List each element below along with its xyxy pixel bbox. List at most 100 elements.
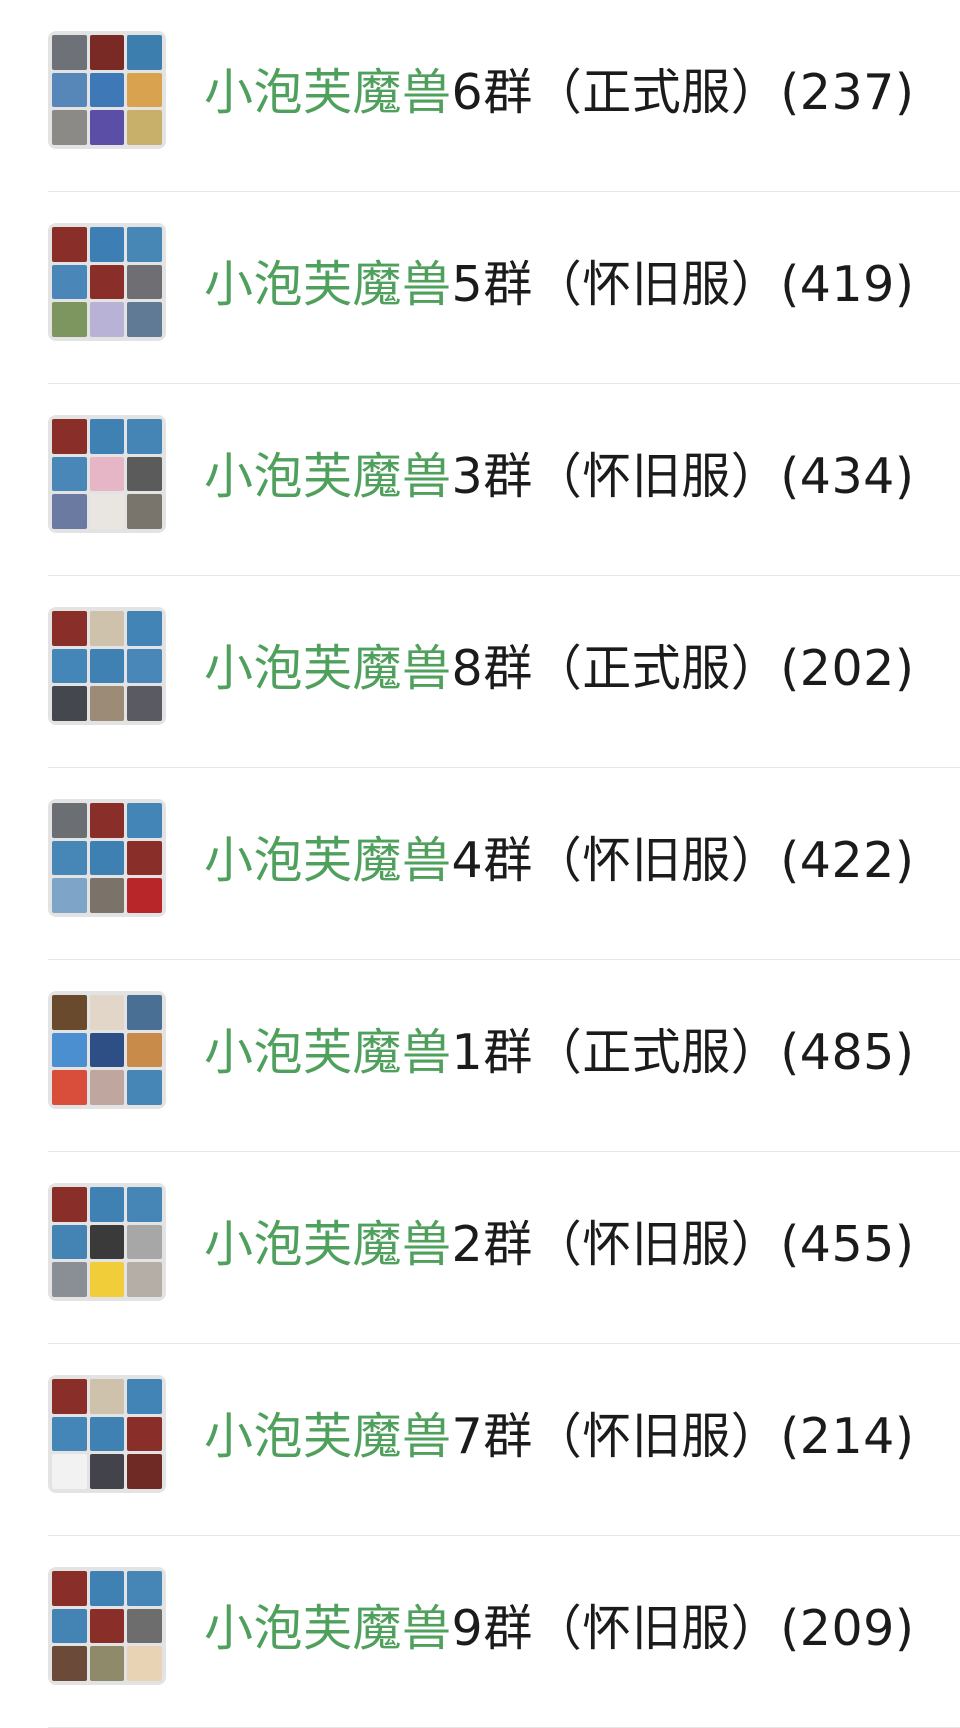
group-name: 小泡芙魔兽7群（怀旧服）(214) (204, 1402, 914, 1472)
group-chat-row[interactable]: 小泡芙魔兽9群（怀旧服）(209) (0, 1536, 960, 1728)
avatar-tile (127, 35, 162, 70)
avatar-tile (89, 686, 125, 721)
avatar-tile (89, 456, 125, 492)
search-keyword-highlight: 小泡芙魔兽 (204, 640, 452, 697)
group-avatar (48, 1567, 166, 1685)
avatar-tile (127, 494, 162, 529)
avatar-tile (52, 840, 87, 876)
avatar-tile (127, 1262, 162, 1297)
group-name: 小泡芙魔兽9群（怀旧服）(209) (204, 1594, 914, 1664)
avatar-tile (89, 1224, 125, 1260)
group-avatar (48, 223, 166, 341)
group-chat-row[interactable]: 小泡芙魔兽3群（怀旧服）(434) (0, 384, 960, 576)
avatar-tile (127, 995, 162, 1030)
avatar-tile (89, 1454, 125, 1489)
avatar-tile (52, 995, 87, 1030)
avatar-tile (89, 1032, 125, 1068)
group-avatar (48, 991, 166, 1109)
group-chat-row[interactable]: 小泡芙魔兽2群（怀旧服）(455) (0, 1152, 960, 1344)
avatar-tile (127, 648, 162, 684)
avatar-tile (127, 456, 162, 492)
group-name: 小泡芙魔兽2群（怀旧服）(455) (204, 1210, 914, 1280)
group-name-suffix: 6群（正式服）(237) (451, 64, 915, 121)
group-name-suffix: 2群（怀旧服）(455) (451, 1216, 915, 1273)
avatar-tile (52, 878, 87, 913)
avatar-tile (52, 1262, 87, 1297)
avatar-tile (89, 1646, 125, 1681)
group-chat-row[interactable]: 小泡芙魔兽8群（正式服）(202) (0, 576, 960, 768)
avatar-tile (127, 611, 162, 646)
search-keyword-highlight: 小泡芙魔兽 (204, 832, 452, 889)
group-name-suffix: 4群（怀旧服）(422) (451, 832, 915, 889)
search-keyword-highlight: 小泡芙魔兽 (204, 1600, 452, 1657)
search-keyword-highlight: 小泡芙魔兽 (204, 256, 452, 313)
group-name: 小泡芙魔兽5群（怀旧服）(419) (204, 250, 914, 320)
avatar-tile (52, 1454, 87, 1489)
group-avatar (48, 607, 166, 725)
group-chat-row[interactable]: 小泡芙魔兽4群（怀旧服）(422) (0, 768, 960, 960)
avatar-tile (52, 803, 87, 838)
group-list: 小泡芙魔兽6群（正式服）(237) 小泡芙魔兽5群（怀旧服）(419) 小泡芙魔兽3… (0, 0, 960, 1728)
search-keyword-highlight: 小泡芙魔兽 (204, 1216, 452, 1273)
group-name: 小泡芙魔兽4群（怀旧服）(422) (204, 826, 914, 896)
avatar-tile (52, 494, 87, 529)
avatar-tile (52, 35, 87, 70)
avatar-tile (89, 648, 125, 684)
avatar-tile (127, 1608, 162, 1644)
avatar-tile (89, 419, 125, 454)
avatar-tile (89, 995, 125, 1030)
avatar-tile (89, 1262, 125, 1297)
avatar-tile (52, 264, 87, 300)
avatar-tile (89, 611, 125, 646)
group-name-suffix: 9群（怀旧服）(209) (451, 1600, 915, 1657)
avatar-tile (89, 110, 125, 145)
avatar-tile (52, 1646, 87, 1681)
avatar-tile (89, 1416, 125, 1452)
group-name-suffix: 7群（怀旧服）(214) (451, 1408, 915, 1465)
avatar-tile (89, 72, 125, 108)
group-name: 小泡芙魔兽1群（正式服）(485) (204, 1018, 914, 1088)
avatar-tile (52, 1379, 87, 1414)
avatar-tile (52, 1608, 87, 1644)
avatar-tile (89, 1187, 125, 1222)
group-avatar (48, 1375, 166, 1493)
group-name-suffix: 1群（正式服）(485) (451, 1024, 915, 1081)
group-chat-row[interactable]: 小泡芙魔兽7群（怀旧服）(214) (0, 1344, 960, 1536)
avatar-tile (89, 35, 125, 70)
group-chat-row[interactable]: 小泡芙魔兽6群（正式服）(237) (0, 0, 960, 192)
group-chat-row[interactable]: 小泡芙魔兽5群（怀旧服）(419) (0, 192, 960, 384)
avatar-tile (127, 1571, 162, 1606)
avatar-tile (89, 1571, 125, 1606)
avatar-tile (52, 1070, 87, 1105)
avatar-tile (127, 803, 162, 838)
search-keyword-highlight: 小泡芙魔兽 (204, 1408, 452, 1465)
avatar-tile (127, 1379, 162, 1414)
avatar-tile (52, 227, 87, 262)
avatar-tile (127, 302, 162, 337)
group-avatar (48, 1183, 166, 1301)
avatar-tile (127, 110, 162, 145)
search-keyword-highlight: 小泡芙魔兽 (204, 448, 452, 505)
group-chat-row[interactable]: 小泡芙魔兽1群（正式服）(485) (0, 960, 960, 1152)
avatar-tile (52, 302, 87, 337)
avatar-tile (89, 1379, 125, 1414)
group-avatar (48, 799, 166, 917)
avatar-tile (127, 686, 162, 721)
avatar-tile (52, 1571, 87, 1606)
avatar-tile (89, 302, 125, 337)
group-name-suffix: 3群（怀旧服）(434) (451, 448, 915, 505)
avatar-tile (127, 264, 162, 300)
group-name: 小泡芙魔兽3群（怀旧服）(434) (204, 442, 914, 512)
avatar-tile (127, 878, 162, 913)
avatar-tile (127, 72, 162, 108)
group-avatar (48, 415, 166, 533)
avatar-tile (127, 1070, 162, 1105)
avatar-tile (127, 1646, 162, 1681)
avatar-tile (127, 1224, 162, 1260)
avatar-tile (127, 1187, 162, 1222)
avatar-tile (89, 264, 125, 300)
group-avatar (48, 31, 166, 149)
avatar-tile (89, 878, 125, 913)
avatar-tile (52, 1187, 87, 1222)
avatar-tile (89, 1608, 125, 1644)
